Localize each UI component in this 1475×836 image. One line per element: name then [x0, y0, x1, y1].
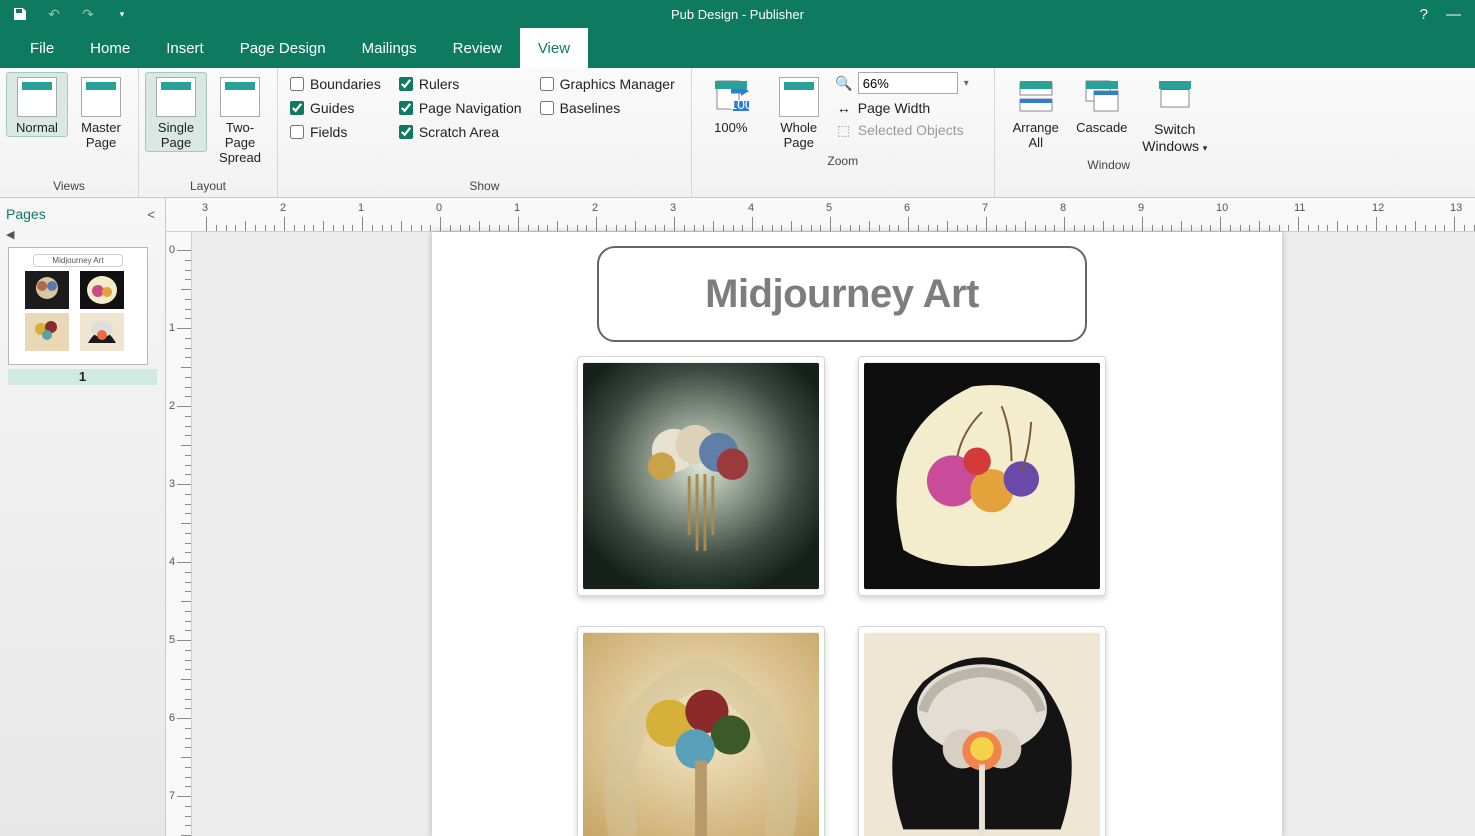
thumb-image-3 [25, 313, 69, 351]
cascade-icon [1082, 77, 1122, 117]
thumb-image-1 [25, 271, 69, 309]
page-width-icon: ↔ [836, 100, 852, 116]
magnifier-icon: 🔍 [836, 75, 852, 91]
scratch-area[interactable]: Midjourney Art [192, 232, 1475, 836]
selected-objects-icon: ⬚ [836, 122, 852, 138]
guides-checkbox[interactable]: Guides [290, 100, 381, 116]
help-icon[interactable]: ? [1420, 6, 1428, 23]
fields-checkbox[interactable]: Fields [290, 124, 381, 140]
thumb-image-2 [80, 271, 124, 309]
arrange-all-button[interactable]: Arrange All [1005, 72, 1067, 156]
normal-view-button[interactable]: Normal [6, 72, 68, 137]
image-card-2[interactable] [858, 356, 1106, 596]
work-area: Pages < ◀ Midjourney Art 1 3210123456789… [0, 198, 1475, 836]
pages-pane-title: Pages < [0, 198, 165, 228]
horizontal-ruler: 321012345678910111213 [166, 198, 1475, 232]
minimize-icon[interactable]: — [1446, 6, 1461, 23]
group-zoom: 100 100% Whole Page 🔍 ▾ ↔ Page Width [692, 68, 995, 197]
group-views-label: Views [0, 177, 138, 197]
headline-text: Midjourney Art [705, 272, 979, 317]
page-thumbnail[interactable]: Midjourney Art 1 [0, 241, 165, 391]
whole-page-button[interactable]: Whole Page [768, 72, 830, 152]
page-number: 1 [8, 369, 157, 385]
headline-text-box[interactable]: Midjourney Art [597, 246, 1087, 342]
group-window-label: Window [995, 156, 1223, 176]
baselines-checkbox[interactable]: Baselines [540, 100, 675, 116]
thumb-image-4 [80, 313, 124, 351]
tab-mailings[interactable]: Mailings [344, 28, 435, 68]
two-page-spread-button[interactable]: Two-Page Spread [209, 72, 271, 167]
whole-page-icon [779, 77, 819, 117]
page-navigation-checkbox[interactable]: Page Navigation [399, 100, 522, 116]
cascade-button[interactable]: Cascade [1071, 72, 1133, 156]
vertical-ruler: 01234567 [166, 232, 192, 836]
group-show-label: Show [278, 177, 691, 197]
tab-home[interactable]: Home [72, 28, 148, 68]
group-window: Arrange All Cascade Switch Windows ▾ Win… [995, 68, 1223, 197]
pages-pane: Pages < ◀ Midjourney Art 1 [0, 198, 166, 836]
boundaries-checkbox[interactable]: Boundaries [290, 76, 381, 92]
ribbon-tabs: File Home Insert Page Design Mailings Re… [0, 28, 1475, 68]
group-show: Boundaries Guides Fields Rulers Page Nav… [278, 68, 692, 197]
zoom-100-button[interactable]: 100 100% [700, 72, 762, 137]
group-zoom-label: Zoom [692, 152, 994, 172]
group-views: Normal Master Page Views [0, 68, 139, 197]
tab-review[interactable]: Review [435, 28, 520, 68]
canvas-area: 321012345678910111213 01234567 Midjourne… [166, 198, 1475, 836]
switch-windows-icon [1155, 77, 1195, 117]
tab-view[interactable]: View [520, 28, 588, 68]
page-nav-arrow-icon[interactable]: ◀ [0, 228, 165, 241]
scratch-area-checkbox[interactable]: Scratch Area [399, 124, 522, 140]
single-page-button[interactable]: Single Page [145, 72, 207, 152]
quick-access-toolbar: ↶ ↷ ▾ [0, 6, 130, 22]
master-page-button[interactable]: Master Page [70, 72, 132, 152]
master-page-icon [81, 77, 121, 117]
chevron-down-icon: ▾ [1203, 143, 1208, 153]
group-layout: Single Page Two-Page Spread Layout [139, 68, 278, 197]
tab-file[interactable]: File [12, 28, 72, 68]
image-card-3[interactable] [577, 626, 825, 836]
selected-objects-button: ⬚ Selected Objects [836, 122, 986, 138]
window-title: Pub Design - Publisher [671, 7, 804, 22]
svg-text:100: 100 [729, 96, 751, 112]
rulers-checkbox[interactable]: Rulers [399, 76, 522, 92]
tab-page-design[interactable]: Page Design [222, 28, 344, 68]
image-card-1[interactable] [577, 356, 825, 596]
page-width-button[interactable]: ↔ Page Width [836, 100, 986, 116]
thumb-headline: Midjourney Art [33, 254, 123, 267]
zoom-dropdown-icon[interactable]: ▾ [964, 78, 969, 89]
undo-icon[interactable]: ↶ [46, 6, 62, 22]
graphics-manager-checkbox[interactable]: Graphics Manager [540, 76, 675, 92]
switch-windows-button[interactable]: Switch Windows ▾ [1137, 72, 1213, 156]
single-page-icon [156, 77, 196, 117]
zoom-100-icon: 100 [711, 77, 751, 117]
qat-dropdown-icon[interactable]: ▾ [114, 6, 130, 22]
ribbon: Normal Master Page Views Single Page Two… [0, 68, 1475, 198]
group-layout-label: Layout [139, 177, 277, 197]
tab-insert[interactable]: Insert [148, 28, 222, 68]
save-icon[interactable] [12, 6, 28, 22]
image-card-4[interactable] [858, 626, 1106, 836]
two-page-spread-icon [220, 77, 260, 117]
zoom-input[interactable] [858, 72, 958, 94]
titlebar: ↶ ↷ ▾ Pub Design - Publisher ? — [0, 0, 1475, 28]
zoom-percent[interactable]: 🔍 ▾ [836, 72, 986, 94]
normal-view-icon [17, 77, 57, 117]
collapse-pane-icon[interactable]: < [147, 207, 155, 222]
redo-icon[interactable]: ↷ [80, 6, 96, 22]
arrange-all-icon [1016, 77, 1056, 117]
